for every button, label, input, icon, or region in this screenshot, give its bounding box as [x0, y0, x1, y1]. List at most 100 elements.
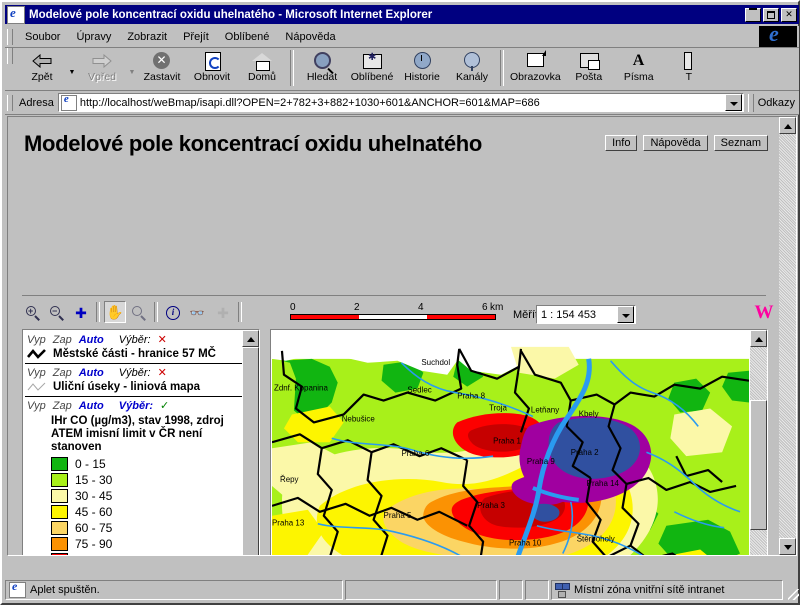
legend-swatch-label-3: 30 - 45 [75, 489, 113, 503]
legend-scroll-up-button[interactable] [242, 330, 259, 347]
toolbar-fullscreen-button[interactable]: Obrazovka [507, 48, 564, 83]
status-zone-cell[interactable]: Místní zóna vnitřní sítě intranet [551, 580, 783, 600]
toolbar-home-button[interactable]: Domů [237, 48, 287, 83]
layer3-zap[interactable]: Zap [53, 400, 72, 412]
maximize-button[interactable] [763, 7, 779, 22]
map-image[interactable]: Zdnf. Kopanina Nebušice Suchdol Sedlec T… [272, 331, 749, 555]
layer3-auto[interactable]: Auto [79, 400, 104, 412]
layer2-vyber-mark: ✕ [157, 367, 167, 379]
scale-bar-graphic [290, 314, 496, 320]
toolbar-stop-button[interactable]: ✕ Zastavit [137, 48, 187, 83]
minimize-button[interactable] [745, 7, 761, 22]
toolbar-fonts-button[interactable]: A Písma [614, 48, 664, 83]
hand-icon[interactable]: ✋ [104, 301, 126, 323]
forward-dropdown-arrow[interactable]: ▼ [127, 69, 137, 76]
toolbar-channels-button[interactable]: Kanály [447, 48, 497, 83]
scale-select[interactable]: 1 : 154 453 [536, 305, 636, 324]
layer1-vyp[interactable]: Vyp [27, 334, 46, 346]
zoom-out-icon[interactable]: − [46, 302, 68, 324]
scale-tick-4: 4 [418, 302, 424, 313]
window-controls: ✕ [745, 7, 797, 22]
scale-unit-label: km [490, 302, 504, 313]
links-label[interactable]: Odkazy [758, 97, 795, 109]
toolbar-grip[interactable] [7, 48, 13, 64]
binoculars-icon[interactable]: 👓 [186, 302, 208, 324]
menu-item-zobrazit[interactable]: Zobrazit [119, 29, 175, 45]
info-icon[interactable]: i [162, 302, 184, 324]
layer2-vyber-label[interactable]: Výběr: [119, 367, 151, 379]
toolbar-favorites-label: Oblíbené [350, 71, 394, 83]
map-label: Praha 5 [384, 511, 412, 520]
legend-vertical-scrollbar[interactable] [242, 330, 259, 555]
fonts-icon: A [632, 52, 645, 69]
layer1-auto[interactable]: Auto [79, 334, 104, 346]
napoveda-button[interactable]: Nápověda [643, 135, 708, 151]
page-vertical-scrollbar[interactable] [779, 117, 796, 555]
menu-item-soubor[interactable]: Soubor [17, 29, 68, 45]
pan-arrows-icon[interactable]: ✚ [70, 302, 92, 324]
ie-status-icon [9, 579, 26, 598]
map-label: Letňany [531, 405, 559, 414]
map-label: Řepy [280, 475, 299, 484]
page-scroll-down-button[interactable] [779, 538, 796, 555]
address-grip[interactable] [7, 94, 13, 111]
layer1-vyber-label[interactable]: Výběr: [119, 334, 151, 346]
channels-icon [460, 50, 484, 72]
map-scroll-thumb[interactable] [750, 400, 767, 530]
close-button[interactable]: ✕ [781, 7, 797, 22]
page-scroll-up-button[interactable] [779, 117, 796, 134]
layer1-zap[interactable]: Zap [53, 334, 72, 346]
seznam-button[interactable]: Seznam [713, 135, 768, 151]
thick-black-line-icon [27, 348, 47, 360]
zoom-in-icon[interactable]: + [22, 302, 44, 324]
map-label: Nebušice [342, 414, 376, 423]
address-input[interactable]: http://localhost/weBmap/isapi.dll?OPEN=2… [57, 93, 744, 112]
layer3-vyp[interactable]: Vyp [27, 400, 46, 412]
center-move-icon[interactable]: ✚ [212, 302, 234, 324]
toolbar-refresh-button[interactable]: Obnovit [187, 48, 237, 83]
legend-scroll-thumb[interactable] [242, 347, 259, 555]
toolbar-favorites-button[interactable]: Oblíbené [347, 48, 397, 83]
menu-item-oblibene[interactable]: Oblíbené [217, 29, 278, 45]
status-blank-cell-2 [499, 580, 523, 600]
menu-item-upravy[interactable]: Úpravy [68, 29, 119, 45]
ie-animated-logo [759, 26, 797, 47]
toolbar-mail-button[interactable]: Pošta [564, 48, 614, 83]
layer3-vyber-label[interactable]: Výběr: [119, 400, 153, 412]
info-button[interactable]: Info [605, 135, 638, 151]
map-label: Troja [489, 403, 507, 412]
toolbar-back-label: Zpět [31, 71, 53, 83]
address-dropdown-button[interactable] [724, 94, 742, 111]
map-label: Praha 2 [571, 448, 599, 457]
legend-swatch-label-2: 15 - 30 [75, 473, 113, 487]
scale-dropdown-arrow[interactable] [617, 306, 634, 323]
legend-swatch-row-2: 15 - 30 [25, 472, 242, 488]
toolbar-forward-button[interactable]: Vpřed [77, 48, 127, 83]
brand-logo: W [754, 302, 774, 323]
toolbar-history-button[interactable]: Historie [397, 48, 447, 83]
links-grip[interactable] [747, 93, 754, 112]
menu-grip[interactable] [7, 28, 13, 45]
page-scroll-track[interactable] [779, 134, 796, 538]
layer2-zap[interactable]: Zap [53, 367, 72, 379]
toolbar-search-button[interactable]: Hledat [297, 48, 347, 83]
menu-item-prejit[interactable]: Přejít [175, 29, 217, 45]
legend-swatch-row-6: 75 - 90 [25, 536, 242, 552]
layer-1-name-row[interactable]: Městské části - hranice 57 MČ [25, 347, 242, 363]
back-dropdown-arrow[interactable]: ▼ [67, 69, 77, 76]
menu-item-napoveda[interactable]: Nápověda [277, 29, 343, 45]
map-vertical-scrollbar[interactable] [750, 330, 767, 555]
toolbar-separator-1 [290, 50, 294, 86]
layer-2-name-row[interactable]: Uliční úseky - liniová mapa [25, 380, 242, 396]
resize-grip[interactable] [785, 580, 799, 600]
zoom-select-icon[interactable] [128, 302, 150, 324]
toolbar-edit-button[interactable]: T [664, 48, 714, 83]
layer2-auto[interactable]: Auto [79, 367, 104, 379]
legend-swatch-row-4: 45 - 60 [25, 504, 242, 520]
map-label: Zdnf. Kopanina [274, 384, 328, 393]
map-scroll-up-button[interactable] [750, 330, 767, 347]
layer2-vyp[interactable]: Vyp [27, 367, 46, 379]
toolbar-back-button[interactable]: Zpět [17, 48, 67, 83]
map-view[interactable]: Zdnf. Kopanina Nebušice Suchdol Sedlec T… [272, 331, 749, 555]
status-bar: Aplet spuštěn. Místní zóna vnitřní sítě … [5, 579, 799, 600]
